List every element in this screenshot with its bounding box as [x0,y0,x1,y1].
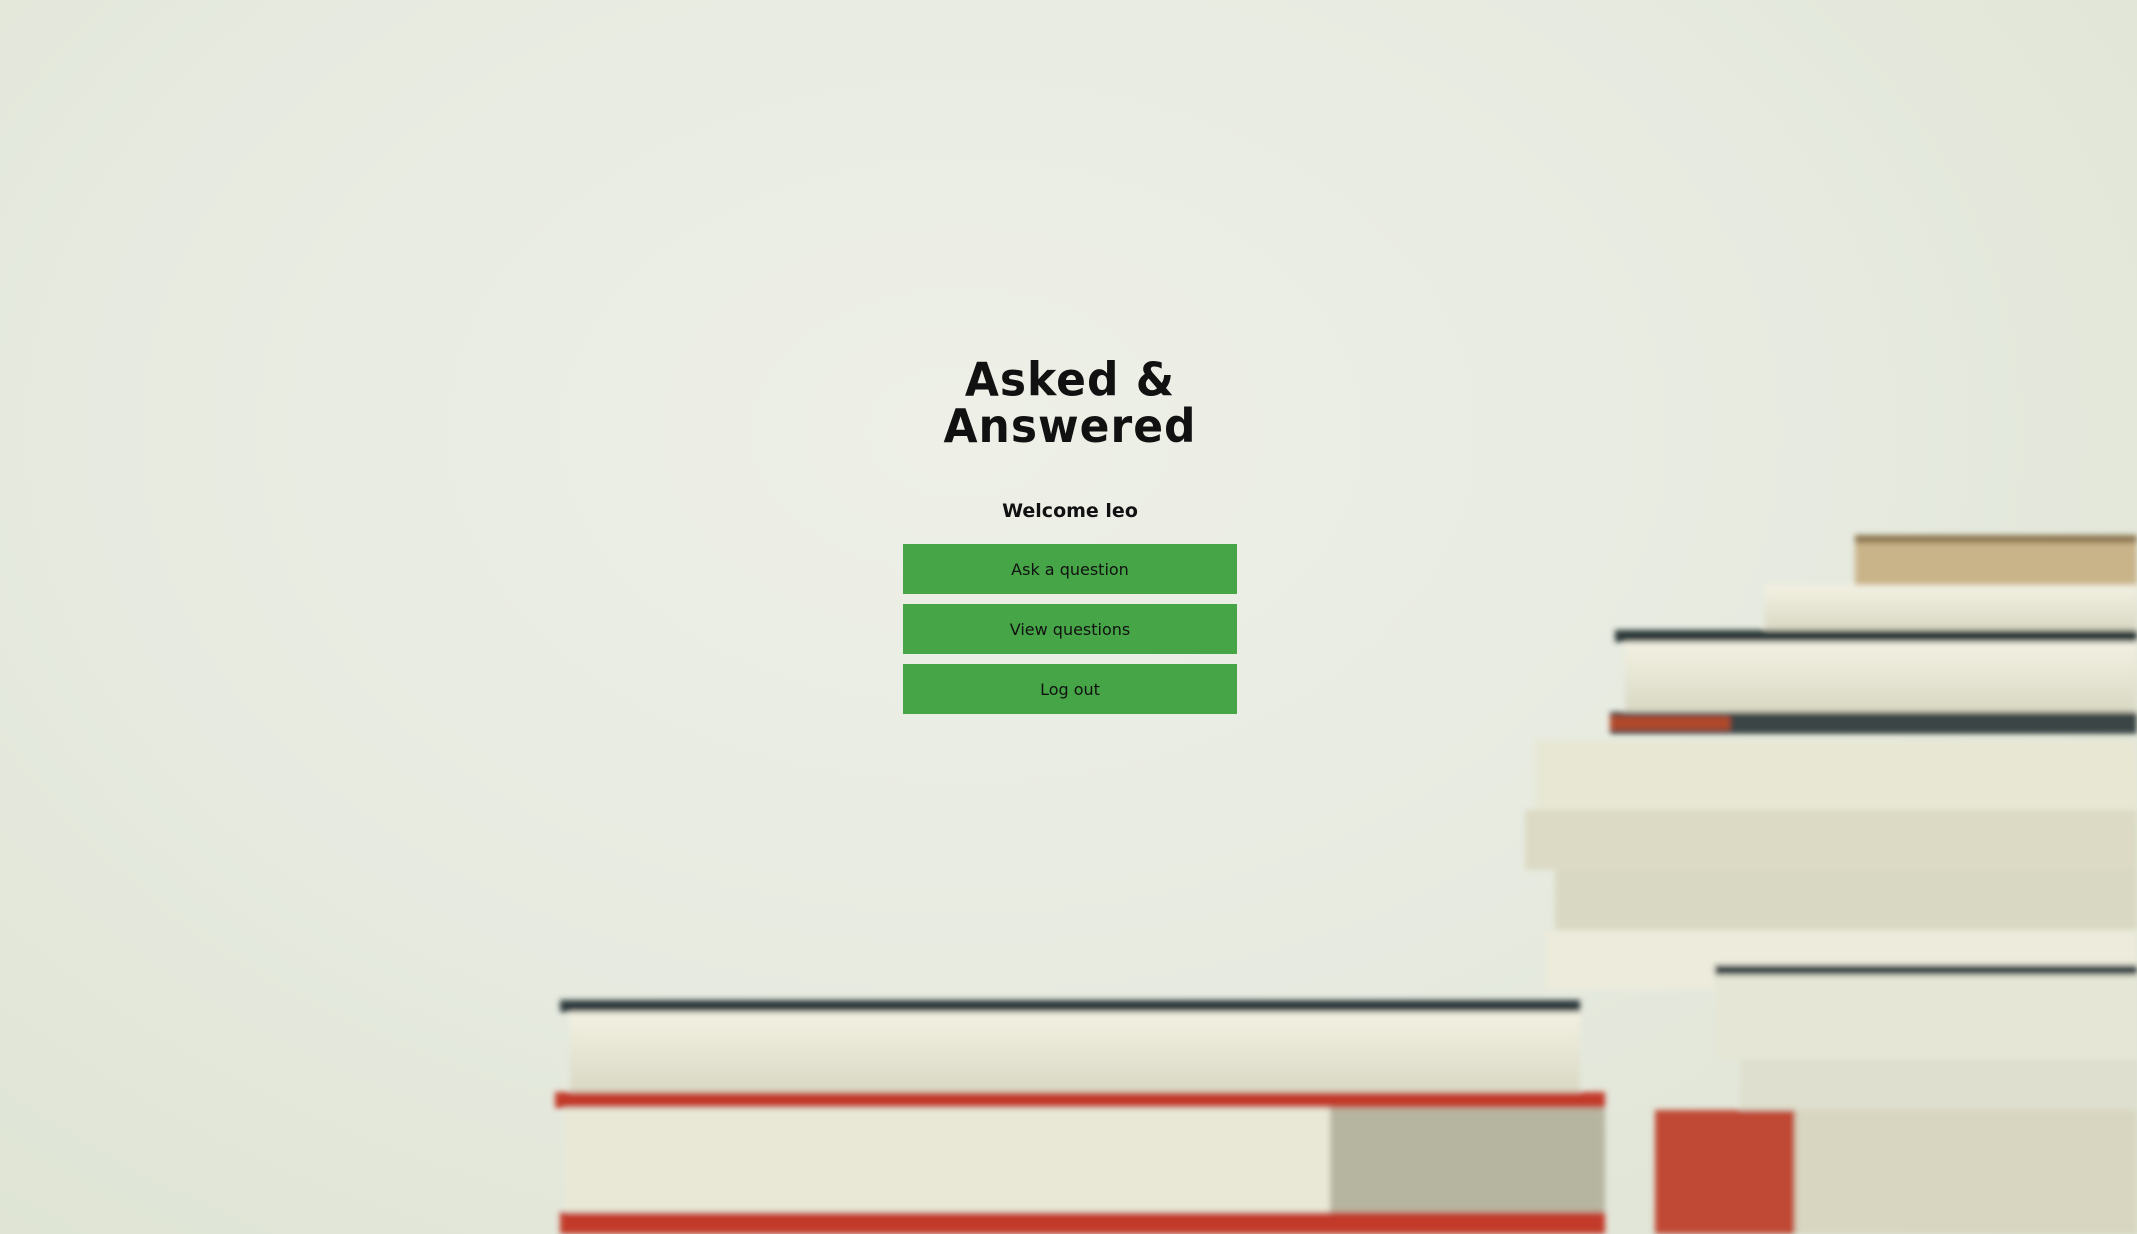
app-logo: Asked & Answered [943,353,1197,454]
view-questions-button[interactable]: View questions [903,604,1237,654]
logout-button[interactable]: Log out [903,664,1237,714]
ask-question-button[interactable]: Ask a question [903,544,1237,594]
main-panel: Asked & Answered Welcome leo Ask a quest… [903,353,1237,714]
logo-line-2: Answered [943,399,1197,454]
welcome-message: Welcome leo [1002,500,1138,522]
logo-line-1: Asked & [964,353,1176,408]
